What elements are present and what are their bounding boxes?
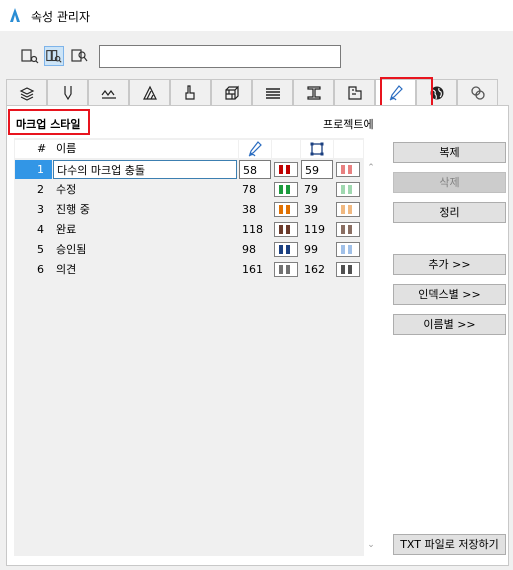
app-logo-icon <box>10 8 20 22</box>
scroll-down-arrow[interactable]: ⌄ <box>366 540 376 550</box>
fill-color-swatch[interactable] <box>336 182 360 197</box>
pen-number[interactable]: 58 <box>239 160 271 179</box>
pen-number[interactable]: 98 <box>239 240 271 259</box>
composites-tab[interactable] <box>252 79 293 105</box>
operation-profiles-tab[interactable] <box>457 79 498 105</box>
row-number: 5 <box>37 243 44 256</box>
pen-number[interactable]: 38 <box>239 200 271 219</box>
markup-tab-highlight <box>380 77 433 107</box>
pen-color-swatch[interactable] <box>274 222 298 237</box>
view-search-button[interactable] <box>70 46 90 66</box>
surfaces-tab[interactable] <box>170 79 211 105</box>
pen-icon <box>64 86 72 101</box>
fill-pen-number[interactable]: 162 <box>301 260 333 279</box>
attribute-tab-strip <box>6 79 509 106</box>
fill-types-tab[interactable] <box>129 79 170 105</box>
pen-color-swatch[interactable] <box>274 182 298 197</box>
pen-color-swatch[interactable] <box>274 162 298 177</box>
table-row[interactable]: 6 의견 161 162 <box>15 260 363 279</box>
profiles-tab[interactable] <box>293 79 334 105</box>
composite-layers-icon <box>266 88 280 99</box>
view-split-button[interactable] <box>44 46 64 66</box>
row-number: 1 <box>15 160 52 179</box>
fill-pen-number[interactable]: 79 <box>301 180 333 199</box>
append-button[interactable]: 추가 >> <box>393 254 506 275</box>
markup-pen-column-icon <box>248 141 262 157</box>
row-name[interactable]: 수정 <box>53 180 237 199</box>
zone-icon <box>348 86 362 100</box>
row-number: 2 <box>37 183 44 196</box>
list-view-icon <box>21 49 39 64</box>
delete-button[interactable]: 삭제 <box>393 172 506 193</box>
fill-pen-number[interactable]: 39 <box>301 200 333 219</box>
layers-tab[interactable] <box>6 79 47 105</box>
fill-color-swatch[interactable] <box>336 162 360 177</box>
bricks-icon <box>225 85 239 100</box>
fill-color-swatch[interactable] <box>336 242 360 257</box>
line-types-icon <box>101 90 116 99</box>
row-number: 3 <box>37 203 44 216</box>
by-index-button[interactable]: 인덱스별 >> <box>393 284 506 305</box>
split-view-icon <box>46 50 62 63</box>
column-header-pen-color[interactable] <box>272 140 300 158</box>
row-name[interactable]: 다수의 마크업 충돌 <box>53 160 237 179</box>
in-project-label: 프로젝트에 <box>323 118 374 131</box>
scroll-up-arrow[interactable]: ⌃ <box>366 163 376 173</box>
line-types-tab[interactable] <box>88 79 129 105</box>
fill-area-column-icon <box>310 142 324 156</box>
pen-color-swatch[interactable] <box>274 262 298 277</box>
row-name[interactable]: 진행 중 <box>53 200 237 219</box>
view-list-button[interactable] <box>20 46 40 66</box>
pen-color-swatch[interactable] <box>274 242 298 257</box>
row-number: 6 <box>37 263 44 276</box>
row-number: 4 <box>37 223 44 236</box>
fill-pen-number[interactable]: 59 <box>301 160 333 179</box>
row-name[interactable]: 의견 <box>53 260 237 279</box>
fill-pen-number[interactable]: 99 <box>301 240 333 259</box>
operation-icon <box>471 86 485 100</box>
fill-color-swatch[interactable] <box>336 202 360 217</box>
pens-tab[interactable] <box>47 79 88 105</box>
zone-categories-tab[interactable] <box>334 79 375 105</box>
column-header-fill-color[interactable] <box>334 140 363 158</box>
section-title-highlight <box>8 109 90 135</box>
pen-color-swatch[interactable] <box>274 202 298 217</box>
table-row[interactable]: 4 완료 118 119 <box>15 220 363 239</box>
search-view-icon <box>71 49 88 62</box>
column-header-number[interactable]: # <box>15 140 57 158</box>
fill-pen-number[interactable]: 119 <box>301 220 333 239</box>
save-as-txt-button[interactable]: TXT 파일로 저장하기 <box>393 534 506 555</box>
title-bar: 속성 관리자 <box>0 0 513 31</box>
table-row[interactable]: 1 다수의 마크업 충돌 58 59 <box>15 160 363 179</box>
duplicate-button[interactable]: 복제 <box>393 142 506 163</box>
row-name[interactable]: 완료 <box>53 220 237 239</box>
column-header-name[interactable]: 이름 <box>53 140 238 158</box>
search-input[interactable] <box>99 45 341 68</box>
paint-bucket-icon <box>185 85 195 100</box>
table-row[interactable]: 3 진행 중 38 39 <box>15 200 363 219</box>
table-row[interactable]: 5 승인됨 98 99 <box>15 240 363 259</box>
building-materials-tab[interactable] <box>211 79 252 105</box>
fill-types-icon <box>143 85 157 100</box>
pen-number[interactable]: 161 <box>239 260 271 279</box>
table-row[interactable]: 2 수정 78 79 <box>15 180 363 199</box>
layers-icon <box>19 87 35 101</box>
fill-color-swatch[interactable] <box>336 222 360 237</box>
by-name-button[interactable]: 이름별 >> <box>393 314 506 335</box>
fill-color-swatch[interactable] <box>336 262 360 277</box>
window-title: 속성 관리자 <box>31 10 91 24</box>
row-name[interactable]: 승인됨 <box>53 240 237 259</box>
pen-number[interactable]: 118 <box>239 220 271 239</box>
i-beam-icon <box>307 86 321 100</box>
column-header-pen[interactable] <box>239 140 271 158</box>
pen-number[interactable]: 78 <box>239 180 271 199</box>
purge-button[interactable]: 정리 <box>393 202 506 223</box>
column-header-fill[interactable] <box>301 140 333 158</box>
